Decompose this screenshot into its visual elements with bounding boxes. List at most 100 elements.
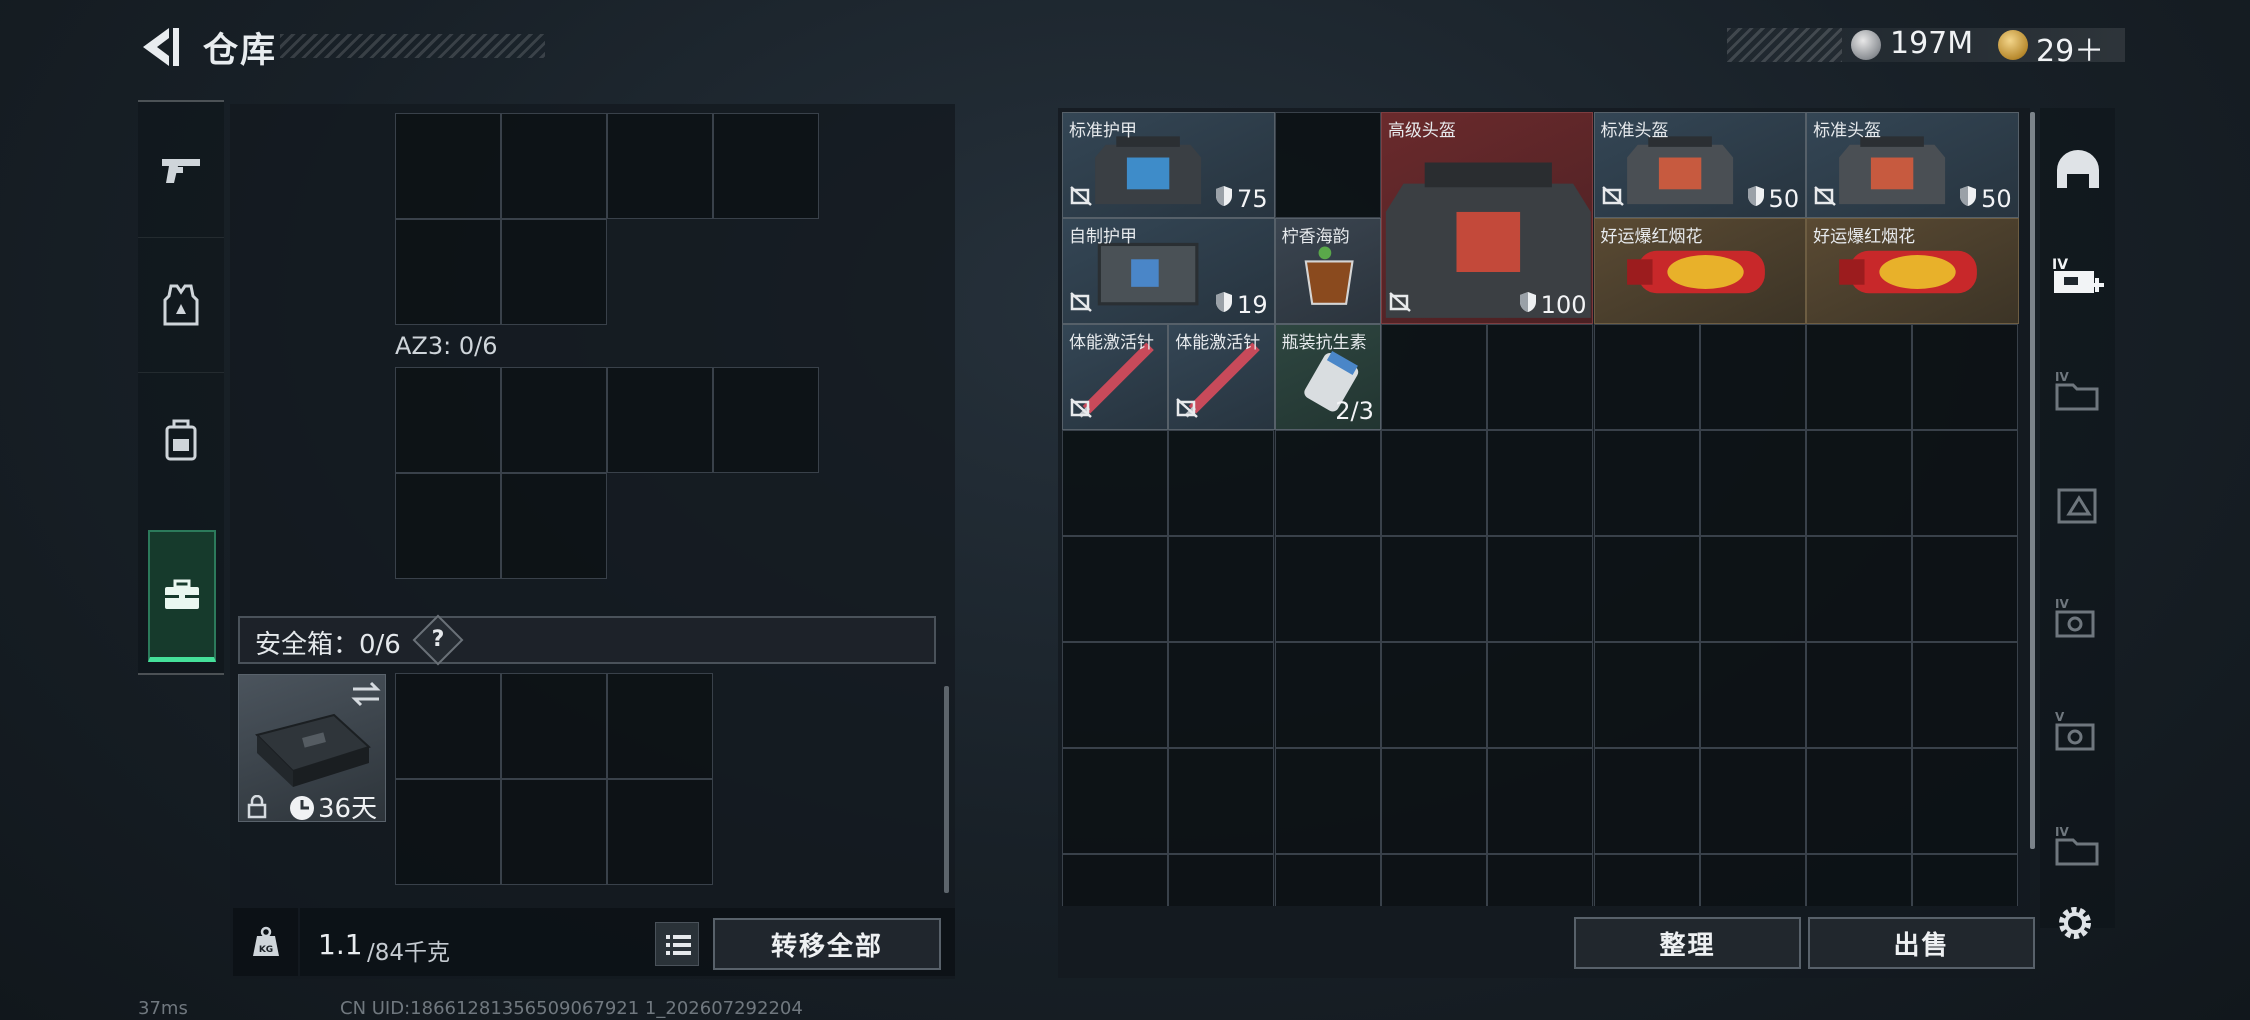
tab-backpack[interactable] — [138, 372, 224, 507]
stash-cell[interactable] — [1593, 430, 1700, 536]
grid-cell[interactable] — [501, 779, 607, 885]
stash-cell[interactable] — [1806, 324, 1913, 430]
stash-cell[interactable] — [1168, 642, 1275, 748]
grid-cell[interactable] — [395, 473, 501, 579]
stash-cell[interactable] — [1062, 642, 1168, 748]
stash-cell[interactable] — [1380, 642, 1487, 748]
grid-cell[interactable] — [501, 219, 607, 325]
stash-cell[interactable] — [1487, 324, 1594, 430]
stash-item[interactable]: 标准头盔 50 — [1593, 112, 1807, 218]
stash-cell[interactable] — [1168, 536, 1275, 642]
stash-cell[interactable] — [1912, 854, 2019, 906]
stash-cell[interactable] — [1487, 430, 1594, 536]
stash-cell[interactable] — [1380, 430, 1487, 536]
stash-item[interactable]: 柠香海韵 — [1274, 218, 1381, 324]
stash-cell[interactable] — [1912, 536, 2019, 642]
stash-cell[interactable] — [1062, 536, 1168, 642]
stash-cell[interactable] — [1274, 536, 1381, 642]
stash-cell[interactable] — [1380, 324, 1487, 430]
grid-cell[interactable] — [501, 113, 607, 219]
rail-tab-container-4[interactable]: V — [2040, 680, 2115, 780]
rail-tab-container-5[interactable]: IV — [2040, 795, 2115, 895]
stash-cell[interactable] — [1699, 854, 1806, 906]
stash-cell[interactable] — [1274, 854, 1381, 906]
stash-cell[interactable] — [1699, 642, 1806, 748]
grid-cell[interactable] — [607, 673, 713, 779]
stash-cell[interactable] — [1380, 536, 1487, 642]
stash-cell[interactable] — [1593, 748, 1700, 854]
grid-cell[interactable] — [395, 673, 501, 779]
grid-cell[interactable] — [501, 367, 607, 473]
grid-cell[interactable] — [395, 779, 501, 885]
transfer-all-button[interactable]: 转移全部 — [713, 918, 941, 970]
stash-cell[interactable] — [1168, 854, 1275, 906]
stash-cell[interactable] — [1380, 748, 1487, 854]
stash-item[interactable]: 体能激活针 — [1168, 324, 1275, 430]
rail-tab-container-2[interactable] — [2040, 455, 2115, 555]
stash-cell[interactable] — [1806, 536, 1913, 642]
stash-cell[interactable] — [1593, 536, 1700, 642]
stash-item[interactable]: 体能激活针 — [1062, 324, 1169, 430]
stash-cell[interactable] — [1168, 748, 1275, 854]
stash-item[interactable]: 好运爆红烟花 — [1806, 218, 2019, 324]
stash-cell[interactable] — [1168, 430, 1275, 536]
stash-cell[interactable] — [1274, 642, 1381, 748]
stash-cell[interactable] — [1062, 854, 1168, 906]
stash-cell[interactable] — [1699, 536, 1806, 642]
loadout-scrollbar[interactable] — [944, 686, 949, 893]
stash-cell[interactable] — [1593, 642, 1700, 748]
list-view-button[interactable] — [655, 922, 699, 966]
grid-cell[interactable] — [501, 473, 607, 579]
stash-cell[interactable] — [1806, 854, 1913, 906]
stash-cell[interactable] — [1593, 324, 1700, 430]
rail-tab-add-container[interactable]: IV — [2040, 228, 2115, 328]
stash-cell[interactable] — [1062, 748, 1168, 854]
sell-button[interactable]: 出售 — [1808, 917, 2035, 969]
grid-cell[interactable] — [713, 367, 819, 473]
settings-button[interactable] — [2050, 898, 2100, 948]
tab-weapons[interactable] — [138, 102, 224, 237]
currency-gold-value[interactable]: 29＋ — [2036, 26, 2104, 70]
stash-cell[interactable] — [1912, 430, 2019, 536]
grid-cell[interactable] — [395, 219, 501, 325]
grid-cell[interactable] — [713, 113, 819, 219]
stash-cell[interactable] — [1593, 854, 1700, 906]
stash-cell[interactable] — [1274, 430, 1381, 536]
back-button[interactable] — [135, 22, 185, 72]
stash-cell[interactable] — [1274, 748, 1381, 854]
stash-cell[interactable] — [1380, 854, 1487, 906]
stash-cell[interactable] — [1062, 430, 1168, 536]
stash-cell[interactable] — [1912, 324, 2019, 430]
grid-cell[interactable] — [607, 113, 713, 219]
stash-cell[interactable] — [1487, 748, 1594, 854]
tab-safe-box[interactable] — [148, 530, 216, 662]
stash-cell[interactable] — [1806, 642, 1913, 748]
stash-cell[interactable] — [1699, 324, 1806, 430]
rail-tab-container-1[interactable]: IV — [2040, 340, 2115, 440]
stash-item[interactable]: 好运爆红烟花 — [1593, 218, 1807, 324]
stash-cell[interactable] — [1912, 642, 2019, 748]
stash-cell[interactable] — [1912, 748, 2019, 854]
stash-cell[interactable] — [1487, 854, 1594, 906]
sort-button[interactable]: 整理 — [1574, 917, 1801, 969]
stash-item[interactable]: 自制护甲 19 — [1062, 218, 1275, 324]
stash-scrollbar[interactable] — [2030, 112, 2035, 849]
tab-armor[interactable] — [138, 237, 224, 372]
stash-item[interactable]: 瓶装抗生素 2/3 — [1274, 324, 1381, 430]
stash-item[interactable]: 标准护甲 75 — [1062, 112, 1275, 218]
stash-cell[interactable] — [1699, 430, 1806, 536]
stash-cell[interactable] — [1487, 536, 1594, 642]
stash-cell[interactable] — [1806, 748, 1913, 854]
grid-cell[interactable] — [395, 113, 501, 219]
rail-tab-helmet[interactable] — [2040, 120, 2115, 220]
stash-cell[interactable] — [1806, 430, 1913, 536]
stash-item[interactable]: 标准头盔 50 — [1806, 112, 2019, 218]
stash-cell[interactable] — [1274, 112, 1381, 218]
stash-cell[interactable] — [1487, 642, 1594, 748]
stash-item[interactable]: 高级头盔 100 — [1380, 112, 1594, 324]
grid-cell[interactable] — [607, 367, 713, 473]
rail-tab-container-3[interactable]: IV — [2040, 567, 2115, 667]
grid-cell[interactable] — [395, 367, 501, 473]
stash-cell[interactable] — [1699, 748, 1806, 854]
grid-cell[interactable] — [501, 673, 607, 779]
